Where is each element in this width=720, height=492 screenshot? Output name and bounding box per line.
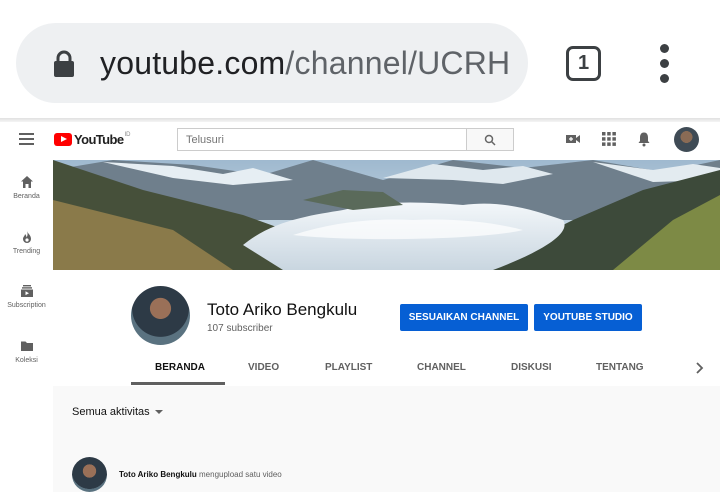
- sidebar-item-label: Trending: [12, 248, 41, 255]
- sidebar-item-beranda[interactable]: Beranda: [0, 175, 53, 200]
- youtube-play-icon: [54, 133, 72, 146]
- activity-avatar[interactable]: [72, 457, 107, 492]
- country-code: ID: [124, 131, 131, 138]
- search-icon: [484, 134, 496, 146]
- home-icon: [20, 176, 33, 188]
- browser-menu-icon[interactable]: [657, 44, 671, 84]
- url-domain: youtube.com: [100, 45, 286, 81]
- customize-channel-button[interactable]: SESUAIKAN CHANNEL: [400, 304, 528, 331]
- activity-item: Toto Ariko Bengkulu mengupload satu vide…: [119, 470, 282, 479]
- chevron-right-icon[interactable]: [694, 362, 704, 374]
- tab-beranda[interactable]: BERANDA: [155, 362, 205, 373]
- lock-icon: [54, 50, 74, 77]
- sidebar: [0, 160, 53, 492]
- channel-avatar[interactable]: [131, 286, 190, 345]
- tab-switcher-button[interactable]: 1: [566, 46, 601, 81]
- hamburger-menu-icon[interactable]: [19, 133, 34, 145]
- youtube-logo[interactable]: YouTube ID: [54, 132, 130, 147]
- channel-banner-image: [53, 160, 720, 270]
- url-text: youtube.com/channel/UCRH: [100, 45, 510, 82]
- flame-icon: [22, 231, 31, 243]
- sidebar-item-subscription[interactable]: Subscription: [0, 284, 53, 309]
- url-path: /channel/UCRH: [285, 45, 511, 81]
- sidebar-item-trending[interactable]: Trending: [0, 230, 53, 255]
- activity-text: mengupload satu video: [199, 470, 282, 479]
- sidebar-item-label: Koleksi: [15, 357, 38, 364]
- create-video-icon[interactable]: [565, 131, 581, 147]
- tab-video[interactable]: VIDEO: [248, 362, 279, 373]
- tab-channel[interactable]: CHANNEL: [417, 362, 466, 373]
- youtube-logo-text: YouTube: [74, 132, 124, 147]
- folder-icon: [20, 341, 33, 351]
- activity-user[interactable]: Toto Ariko Bengkulu: [119, 470, 197, 479]
- sidebar-item-label: Subscription: [7, 302, 46, 309]
- search-input[interactable]: [177, 128, 467, 151]
- sidebar-item-koleksi[interactable]: Koleksi: [0, 339, 53, 364]
- tab-playlist[interactable]: PLAYLIST: [325, 362, 372, 373]
- caret-down-icon: [154, 410, 163, 415]
- search-button[interactable]: [467, 128, 514, 151]
- address-bar[interactable]: youtube.com/channel/UCRH: [16, 23, 528, 103]
- subscriber-count: 107 subscriber: [207, 323, 273, 334]
- account-avatar[interactable]: [674, 127, 699, 152]
- sidebar-item-label: Beranda: [13, 193, 40, 200]
- tab-diskusi[interactable]: DISKUSI: [511, 362, 552, 373]
- activity-filter-label: Semua aktivitas: [72, 406, 150, 418]
- notifications-bell-icon[interactable]: [636, 131, 652, 147]
- activity-filter-dropdown[interactable]: Semua aktivitas: [72, 406, 163, 418]
- youtube-studio-button[interactable]: YOUTUBE STUDIO: [534, 304, 642, 331]
- apps-grid-icon[interactable]: [601, 131, 617, 147]
- channel-name: Toto Ariko Bengkulu: [207, 300, 358, 319]
- active-tab-indicator: [131, 382, 225, 385]
- subscriptions-icon: [20, 285, 33, 297]
- tab-tentang[interactable]: TENTANG: [596, 362, 644, 373]
